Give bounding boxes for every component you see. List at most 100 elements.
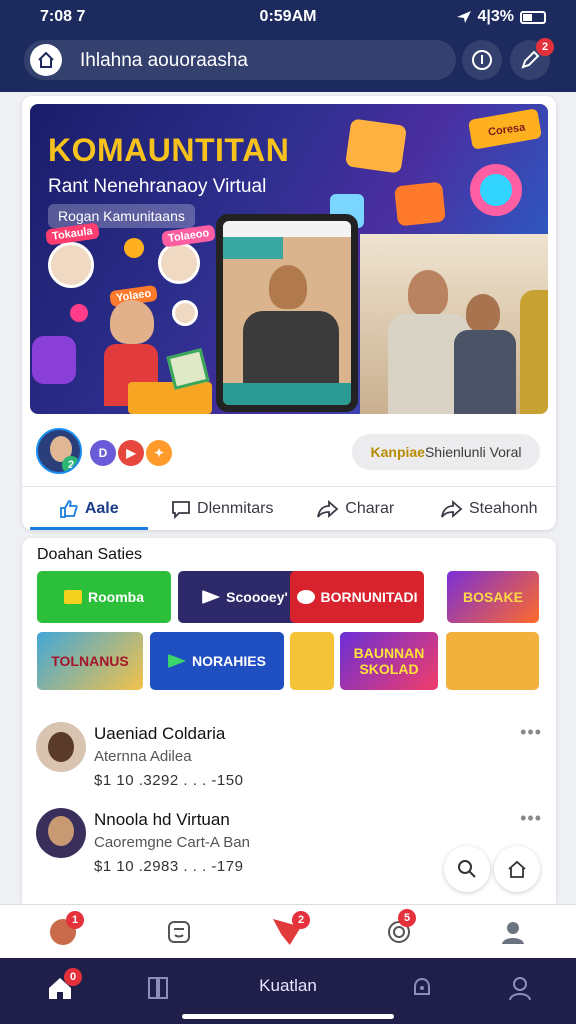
nav-library[interactable] — [138, 968, 178, 1008]
reaction-sticker-icon[interactable]: ✦ — [146, 440, 172, 466]
tray-games-button[interactable]: 2 — [270, 911, 310, 949]
promo-pill[interactable]: Kanpiae Shienlunli Voral — [352, 434, 540, 470]
tray-chat-button[interactable] — [162, 915, 196, 949]
more-options-icon[interactable]: ••• — [520, 808, 542, 829]
nav-alerts[interactable] — [402, 968, 442, 1008]
like-label: Aale — [84, 499, 119, 517]
share-label: Charar — [345, 499, 395, 517]
info-circle-icon — [472, 50, 492, 70]
home-button[interactable] — [30, 44, 62, 76]
caller-face — [269, 265, 307, 309]
tile-tolnanus[interactable]: TOLNANUS — [37, 632, 143, 690]
home-icon — [38, 51, 54, 68]
bottom-nav: 0 Kuatlan — [0, 958, 576, 1024]
list-item-subtitle: Aternna Adilea — [94, 748, 192, 765]
decor-photo-box — [344, 118, 408, 174]
battery-percent: 4|3% — [477, 8, 515, 25]
nav-profile[interactable] — [500, 968, 540, 1008]
tile-norahies[interactable]: NORAHIES — [150, 632, 284, 690]
call-header — [223, 221, 351, 237]
list-item-meta: $1 10 .3292 . . . -150 — [94, 772, 244, 789]
list-item-title: Nnoola hd Virtuan — [94, 810, 230, 829]
nav-home[interactable]: 0 — [40, 968, 82, 1008]
comment-button[interactable]: Dlenmitars — [156, 487, 290, 530]
feature-card: KOMAUNTITAN Rant Nenehranaoy Virtual Rog… — [22, 96, 556, 530]
forward-label: Steahonh — [468, 499, 538, 517]
tile-bornunitadi[interactable]: BORNUNITADI — [290, 571, 424, 623]
thumbs-up-icon — [59, 499, 78, 518]
quick-tray: 1 2 5 — [0, 904, 576, 958]
more-options-icon[interactable]: ••• — [520, 722, 542, 743]
community-avatar — [172, 300, 198, 326]
tile-label: NORAHIES — [192, 653, 266, 669]
kid-side — [520, 290, 548, 414]
reaction-play-icon[interactable]: ▶ — [118, 440, 144, 466]
card-meta-row: 2 D ▶ ✦ Kanpiae Shienlunli Voral — [22, 426, 556, 478]
list-item-subtitle: Caoremgne Cart-A Ban — [94, 834, 250, 851]
section-title: Doahan Saties — [37, 546, 142, 563]
hero-banner[interactable]: KOMAUNTITAN Rant Nenehranaoy Virtual Rog… — [30, 104, 548, 414]
search-icon — [458, 860, 476, 878]
tile-roomba[interactable]: Roomba — [37, 571, 171, 623]
adult-face — [408, 270, 448, 316]
decor-photo-box — [394, 181, 446, 227]
family-photo — [360, 234, 548, 414]
reaction-d-icon[interactable]: D — [90, 440, 116, 466]
status-bar: 7:08 7 0:59AM 4|3% — [0, 6, 576, 28]
search-fab[interactable] — [444, 846, 490, 892]
hero-subtitle: Rant Nenehranaoy Virtual — [48, 176, 267, 197]
bell-icon — [414, 977, 430, 995]
tray-badge: 2 — [292, 911, 310, 929]
status-right: 4|3% — [456, 8, 546, 26]
home-fab[interactable] — [494, 846, 540, 892]
info-button[interactable] — [462, 40, 502, 80]
share-icon — [317, 499, 339, 518]
tray-badge: 5 — [398, 909, 416, 927]
tray-account-button[interactable] — [496, 915, 530, 949]
tray-activity-button[interactable]: 5 — [382, 909, 416, 949]
forward-button[interactable]: Steahonh — [423, 487, 557, 530]
community-avatar — [48, 242, 94, 288]
tile-label: TOLNANUS — [51, 653, 129, 669]
hero-tag[interactable]: Rogan Kamunitaans — [48, 204, 195, 228]
avatar-badge: 2 — [62, 456, 80, 472]
tile-icon — [64, 590, 82, 604]
tile-label: Roomba — [88, 589, 144, 605]
profile-icon — [509, 977, 531, 1001]
child-face — [466, 294, 500, 332]
child-shirt — [454, 330, 516, 414]
chat-icon — [168, 921, 190, 943]
tile-label: BOSAKE — [463, 589, 523, 605]
share-button[interactable]: Charar — [289, 487, 423, 530]
notifications-button[interactable]: 2 — [510, 38, 554, 80]
profile-avatar[interactable]: 2 — [36, 428, 82, 474]
like-button[interactable]: Aale — [22, 487, 156, 530]
nav-center-label[interactable]: Kuatlan — [238, 976, 338, 996]
book-icon — [148, 977, 168, 999]
tile-label: BORNUNITADI — [320, 589, 418, 605]
call-controls[interactable] — [223, 383, 351, 405]
tile-label: Scoooey' — [226, 589, 288, 605]
tray-profile-button[interactable]: 1 — [46, 911, 84, 949]
notification-badge: 2 — [536, 38, 554, 56]
tile-baunnan[interactable]: BAUNNAN SKOLAD — [340, 632, 438, 690]
nav-home-badge: 0 — [64, 968, 82, 986]
call-tab — [223, 237, 283, 259]
video-call-screen — [223, 221, 351, 405]
decor-dot — [70, 304, 88, 322]
list-item-title: Uaeniad Coldaria — [94, 724, 226, 743]
action-bar: Aale Dlenmitars Charar Steahonh — [22, 486, 556, 530]
tile-bosake[interactable]: BOSAKE — [447, 571, 539, 623]
kid-figure — [110, 300, 154, 344]
list-item[interactable]: Uaeniad Coldaria Aternna Adilea $1 10 .3… — [22, 716, 556, 796]
tile-cartoon[interactable] — [290, 632, 334, 690]
play-icon — [202, 590, 221, 604]
tile-kids[interactable] — [446, 632, 539, 690]
battery-icon — [520, 10, 546, 24]
tray-badge: 1 — [66, 911, 84, 929]
tablet-device — [216, 214, 358, 412]
comment-icon — [172, 500, 190, 519]
hero-title: KOMAUNTITAN — [48, 132, 290, 168]
address-bar[interactable]: Ihlahna aouoraasha — [24, 40, 456, 80]
decor-chair — [32, 336, 76, 384]
